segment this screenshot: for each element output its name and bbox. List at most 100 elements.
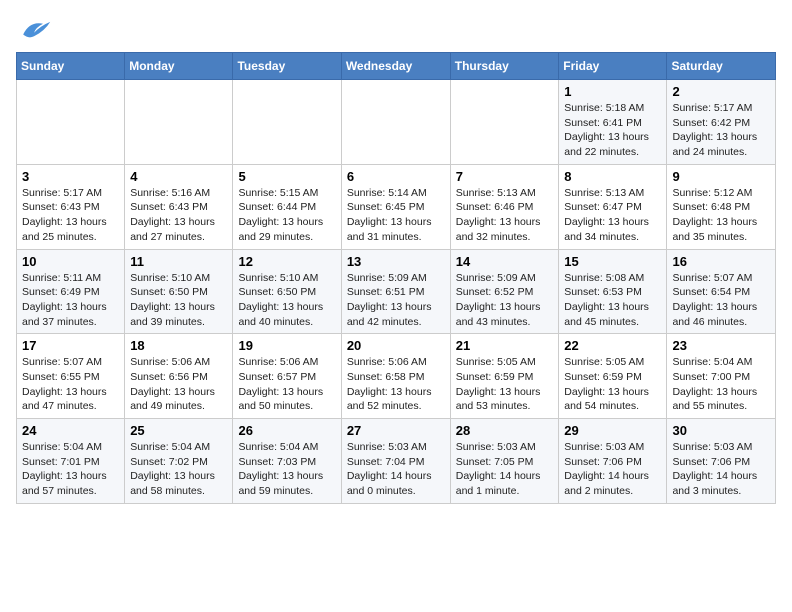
calendar-cell: 7 Sunrise: 5:13 AM Sunset: 6:46 PM Daylig…: [450, 164, 559, 249]
calendar-cell: 16Sunrise: 5:07 AM Sunset: 6:54 PM Dayli…: [667, 249, 776, 334]
calendar-cell: 26 Sunrise: 5:04 AM Sunset: 7:03 PM Dayli…: [233, 419, 341, 504]
calendar-cell: 15 Sunrise: 5:08 AM Sunset: 6:53 PM Dayli…: [559, 249, 667, 334]
calendar-cell: 30 Sunrise: 5:03 AM Sunset: 7:06 PM Dayli…: [667, 419, 776, 504]
calendar-cell: 25 Sunrise: 5:04 AM Sunset: 7:02 PM Dayli…: [125, 419, 233, 504]
calendar: SundayMondayTuesdayWednesdayThursdayFrid…: [16, 52, 776, 504]
day-number: 26: [238, 423, 335, 438]
day-number: 20: [347, 338, 445, 353]
day-info: Sunrise: 5:06 AM Sunset: 6:56 PM Dayligh…: [130, 355, 227, 414]
day-info: Sunrise: 5:10 AM Sunset: 6:50 PM Dayligh…: [238, 271, 335, 330]
weekday-header-cell: Wednesday: [341, 53, 450, 80]
day-number: 3: [22, 169, 119, 184]
day-info: Sunrise: 5:04 AM Sunset: 7:03 PM Dayligh…: [238, 440, 335, 499]
calendar-cell: [341, 80, 450, 165]
calendar-cell: 1 Sunrise: 5:18 AM Sunset: 6:41 PM Daylig…: [559, 80, 667, 165]
day-number: 19: [238, 338, 335, 353]
calendar-cell: 27 Sunrise: 5:03 AM Sunset: 7:04 PM Dayli…: [341, 419, 450, 504]
day-number: 9: [672, 169, 770, 184]
calendar-cell: 3 Sunrise: 5:17 AM Sunset: 6:43 PM Daylig…: [17, 164, 125, 249]
day-number: 28: [456, 423, 554, 438]
day-number: 6: [347, 169, 445, 184]
day-info: Sunrise: 5:06 AM Sunset: 6:58 PM Dayligh…: [347, 355, 445, 414]
calendar-cell: [17, 80, 125, 165]
calendar-week-row: 3 Sunrise: 5:17 AM Sunset: 6:43 PM Daylig…: [17, 164, 776, 249]
day-info: Sunrise: 5:08 AM Sunset: 6:53 PM Dayligh…: [564, 271, 661, 330]
calendar-cell: 10 Sunrise: 5:11 AM Sunset: 6:49 PM Dayli…: [17, 249, 125, 334]
calendar-cell: 17 Sunrise: 5:07 AM Sunset: 6:55 PM Dayli…: [17, 334, 125, 419]
calendar-week-row: 1 Sunrise: 5:18 AM Sunset: 6:41 PM Daylig…: [17, 80, 776, 165]
day-number: 2: [672, 84, 770, 99]
calendar-cell: 29 Sunrise: 5:03 AM Sunset: 7:06 PM Dayli…: [559, 419, 667, 504]
calendar-cell: 14 Sunrise: 5:09 AM Sunset: 6:52 PM Dayli…: [450, 249, 559, 334]
calendar-cell: [125, 80, 233, 165]
day-info: Sunrise: 5:09 AM Sunset: 6:52 PM Dayligh…: [456, 271, 554, 330]
day-info: Sunrise: 5:17 AM Sunset: 6:43 PM Dayligh…: [22, 186, 119, 245]
day-number: 27: [347, 423, 445, 438]
day-number: 25: [130, 423, 227, 438]
day-number: 1: [564, 84, 661, 99]
day-info: Sunrise: 5:18 AM Sunset: 6:41 PM Dayligh…: [564, 101, 661, 160]
day-number: 17: [22, 338, 119, 353]
day-number: 16: [672, 254, 770, 269]
calendar-cell: 13 Sunrise: 5:09 AM Sunset: 6:51 PM Dayli…: [341, 249, 450, 334]
calendar-cell: 24Sunrise: 5:04 AM Sunset: 7:01 PM Dayli…: [17, 419, 125, 504]
weekday-header-cell: Tuesday: [233, 53, 341, 80]
day-info: Sunrise: 5:07 AM Sunset: 6:55 PM Dayligh…: [22, 355, 119, 414]
calendar-cell: [233, 80, 341, 165]
day-info: Sunrise: 5:03 AM Sunset: 7:06 PM Dayligh…: [672, 440, 770, 499]
day-info: Sunrise: 5:03 AM Sunset: 7:05 PM Dayligh…: [456, 440, 554, 499]
day-number: 13: [347, 254, 445, 269]
day-info: Sunrise: 5:13 AM Sunset: 6:47 PM Dayligh…: [564, 186, 661, 245]
calendar-cell: 12 Sunrise: 5:10 AM Sunset: 6:50 PM Dayli…: [233, 249, 341, 334]
day-number: 8: [564, 169, 661, 184]
logo: [16, 16, 56, 44]
calendar-body: 1 Sunrise: 5:18 AM Sunset: 6:41 PM Daylig…: [17, 80, 776, 504]
calendar-cell: 21 Sunrise: 5:05 AM Sunset: 6:59 PM Dayli…: [450, 334, 559, 419]
day-number: 24: [22, 423, 119, 438]
calendar-cell: 19 Sunrise: 5:06 AM Sunset: 6:57 PM Dayli…: [233, 334, 341, 419]
calendar-cell: 22 Sunrise: 5:05 AM Sunset: 6:59 PM Dayli…: [559, 334, 667, 419]
day-number: 4: [130, 169, 227, 184]
weekday-header-row: SundayMondayTuesdayWednesdayThursdayFrid…: [17, 53, 776, 80]
day-number: 7: [456, 169, 554, 184]
day-info: Sunrise: 5:05 AM Sunset: 6:59 PM Dayligh…: [456, 355, 554, 414]
calendar-cell: 4 Sunrise: 5:16 AM Sunset: 6:43 PM Daylig…: [125, 164, 233, 249]
day-number: 30: [672, 423, 770, 438]
calendar-week-row: 10 Sunrise: 5:11 AM Sunset: 6:49 PM Dayli…: [17, 249, 776, 334]
calendar-cell: 5 Sunrise: 5:15 AM Sunset: 6:44 PM Daylig…: [233, 164, 341, 249]
day-number: 29: [564, 423, 661, 438]
day-info: Sunrise: 5:16 AM Sunset: 6:43 PM Dayligh…: [130, 186, 227, 245]
calendar-cell: 9 Sunrise: 5:12 AM Sunset: 6:48 PM Daylig…: [667, 164, 776, 249]
day-number: 11: [130, 254, 227, 269]
day-number: 22: [564, 338, 661, 353]
day-number: 21: [456, 338, 554, 353]
day-info: Sunrise: 5:04 AM Sunset: 7:02 PM Dayligh…: [130, 440, 227, 499]
weekday-header-cell: Sunday: [17, 53, 125, 80]
calendar-week-row: 17 Sunrise: 5:07 AM Sunset: 6:55 PM Dayli…: [17, 334, 776, 419]
calendar-cell: 2 Sunrise: 5:17 AM Sunset: 6:42 PM Daylig…: [667, 80, 776, 165]
day-number: 23: [672, 338, 770, 353]
day-number: 12: [238, 254, 335, 269]
day-info: Sunrise: 5:12 AM Sunset: 6:48 PM Dayligh…: [672, 186, 770, 245]
day-info: Sunrise: 5:03 AM Sunset: 7:06 PM Dayligh…: [564, 440, 661, 499]
header: [16, 16, 776, 44]
calendar-cell: 23 Sunrise: 5:04 AM Sunset: 7:00 PM Dayli…: [667, 334, 776, 419]
day-info: Sunrise: 5:17 AM Sunset: 6:42 PM Dayligh…: [672, 101, 770, 160]
calendar-cell: 18 Sunrise: 5:06 AM Sunset: 6:56 PM Dayli…: [125, 334, 233, 419]
day-info: Sunrise: 5:05 AM Sunset: 6:59 PM Dayligh…: [564, 355, 661, 414]
day-info: Sunrise: 5:13 AM Sunset: 6:46 PM Dayligh…: [456, 186, 554, 245]
day-number: 18: [130, 338, 227, 353]
weekday-header-cell: Monday: [125, 53, 233, 80]
day-info: Sunrise: 5:11 AM Sunset: 6:49 PM Dayligh…: [22, 271, 119, 330]
day-info: Sunrise: 5:15 AM Sunset: 6:44 PM Dayligh…: [238, 186, 335, 245]
day-info: Sunrise: 5:04 AM Sunset: 7:00 PM Dayligh…: [672, 355, 770, 414]
day-number: 14: [456, 254, 554, 269]
day-number: 15: [564, 254, 661, 269]
day-info: Sunrise: 5:06 AM Sunset: 6:57 PM Dayligh…: [238, 355, 335, 414]
day-info: Sunrise: 5:09 AM Sunset: 6:51 PM Dayligh…: [347, 271, 445, 330]
day-info: Sunrise: 5:03 AM Sunset: 7:04 PM Dayligh…: [347, 440, 445, 499]
day-number: 5: [238, 169, 335, 184]
day-number: 10: [22, 254, 119, 269]
logo-icon: [16, 16, 52, 44]
weekday-header-cell: Friday: [559, 53, 667, 80]
